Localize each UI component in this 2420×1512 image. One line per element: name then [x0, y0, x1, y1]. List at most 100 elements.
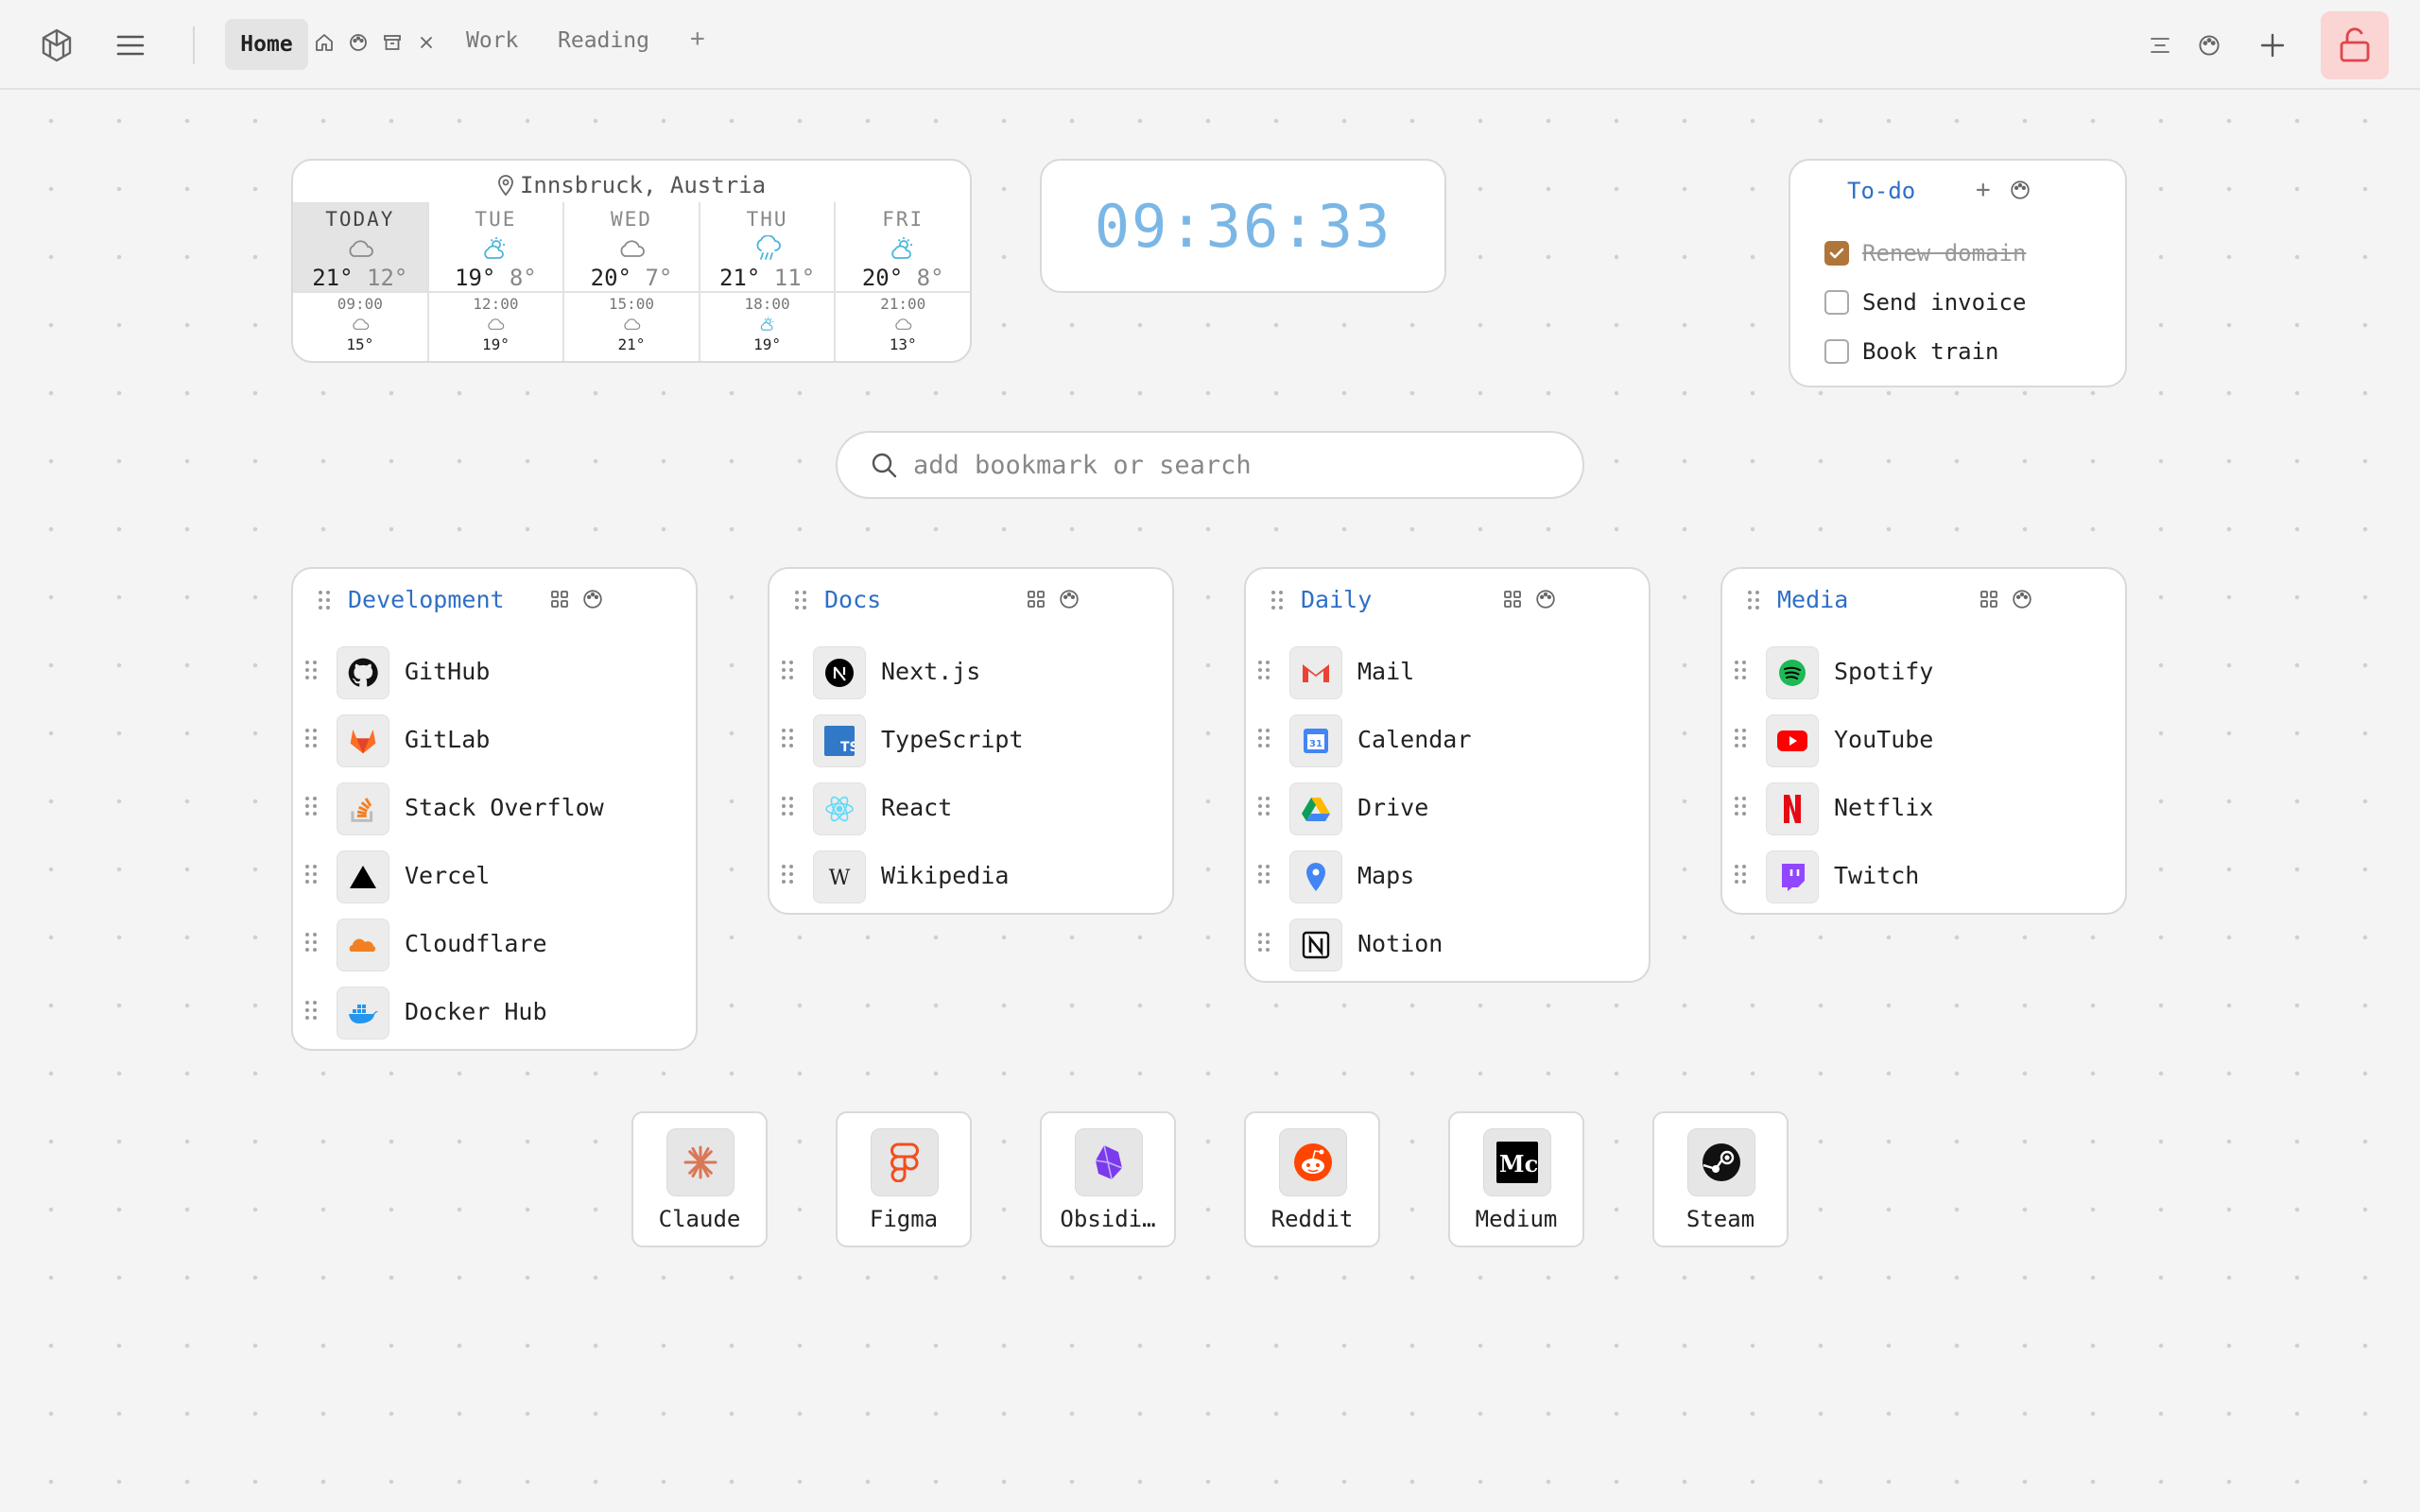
- bookmark-mail[interactable]: Mail: [1246, 637, 1649, 705]
- bookmark-calendar[interactable]: 31 Calendar: [1246, 705, 1649, 773]
- bookmark-spotify[interactable]: Spotify: [1722, 637, 2125, 705]
- drag-handle-icon[interactable]: [304, 796, 318, 820]
- dock-steam[interactable]: Steam: [1652, 1111, 1789, 1247]
- drag-handle-icon[interactable]: [304, 932, 318, 956]
- search-input[interactable]: [913, 450, 1582, 480]
- tab-work[interactable]: Work: [466, 28, 518, 53]
- todo-checkbox[interactable]: [1824, 290, 1849, 315]
- drag-handle-icon[interactable]: [1257, 864, 1270, 888]
- bookmark-twitch[interactable]: Twitch: [1722, 841, 2125, 909]
- bookmark-stack-overflow[interactable]: Stack Overflow: [293, 773, 696, 841]
- grid-view-icon[interactable]: [550, 590, 569, 612]
- drag-handle-icon[interactable]: [304, 864, 318, 888]
- drag-handle-icon[interactable]: [1257, 728, 1270, 752]
- drag-handle-icon[interactable]: [1734, 660, 1747, 684]
- grid-view-icon[interactable]: [1027, 590, 1046, 612]
- bookmark-gitlab[interactable]: GitLab: [293, 705, 696, 773]
- bookmark-label: React: [881, 794, 953, 821]
- add-widget-icon[interactable]: [2254, 25, 2291, 66]
- palette-icon[interactable]: [348, 28, 369, 57]
- archive-icon[interactable]: [382, 28, 403, 57]
- bookmark-drive[interactable]: Drive: [1246, 773, 1649, 841]
- forecast-low: 8°: [509, 265, 537, 291]
- forecast-day-name: WED: [611, 208, 652, 231]
- todo-item[interactable]: Send invoice: [1824, 278, 2026, 327]
- forecast-hour-time: 09:00: [337, 295, 383, 313]
- bookmark-netflix[interactable]: Netflix: [1722, 773, 2125, 841]
- bookmark-react[interactable]: React: [769, 773, 1172, 841]
- bookmark-docker-hub[interactable]: Docker Hub: [293, 977, 696, 1045]
- drag-handle-icon[interactable]: [304, 660, 318, 684]
- dock-obsidi[interactable]: Obsidi…: [1040, 1111, 1176, 1247]
- dock-reddit[interactable]: Reddit: [1244, 1111, 1380, 1247]
- weather-widget: Innsbruck, Austria TODAY 21° 12° 09:00 15° T…: [291, 159, 972, 363]
- forecast-hour-time: 12:00: [473, 295, 519, 313]
- todo-item[interactable]: Book train: [1824, 327, 2026, 376]
- drag-handle-icon[interactable]: [1257, 796, 1270, 820]
- drag-handle-icon[interactable]: [1734, 864, 1747, 888]
- theme-palette-icon[interactable]: [2195, 25, 2223, 66]
- grid-view-icon[interactable]: [1979, 590, 1998, 612]
- drag-handle-icon[interactable]: [1747, 590, 1760, 614]
- group-title[interactable]: Development: [348, 586, 505, 613]
- drag-handle-icon[interactable]: [318, 590, 331, 614]
- drag-handle-icon[interactable]: [304, 1000, 318, 1024]
- group-title[interactable]: Media: [1777, 586, 1848, 613]
- bookmark-notion[interactable]: Notion: [1246, 909, 1649, 977]
- todo-checkbox[interactable]: [1824, 339, 1849, 364]
- dock-claude[interactable]: Claude: [631, 1111, 768, 1247]
- drag-handle-icon[interactable]: [1270, 590, 1284, 614]
- bookmark-maps[interactable]: Maps: [1246, 841, 1649, 909]
- forecast-day: WED 20° 7° 15:00 21°: [564, 202, 700, 361]
- group-title[interactable]: Docs: [824, 586, 881, 613]
- forecast-day-summary: THU 21° 11°: [700, 202, 835, 293]
- bookmark-label: Twitch: [1834, 862, 1920, 889]
- grid-view-icon[interactable]: [1503, 590, 1522, 612]
- notion-icon: [1289, 919, 1342, 971]
- list-icon[interactable]: [2146, 25, 2174, 66]
- dock-figma[interactable]: Figma: [836, 1111, 972, 1247]
- group-header: Development: [293, 569, 696, 629]
- palette-icon[interactable]: [582, 589, 603, 613]
- drag-handle-icon[interactable]: [781, 660, 794, 684]
- forecast-hour: 15:00 21°: [564, 293, 699, 361]
- bookmark-github[interactable]: GitHub: [293, 637, 696, 705]
- palette-icon[interactable]: [1535, 589, 1556, 613]
- palette-icon[interactable]: [2012, 589, 2032, 613]
- todo-add-button[interactable]: +: [1976, 176, 1991, 204]
- close-tab-icon[interactable]: [416, 28, 437, 57]
- forecast-temps: 20° 8°: [862, 265, 944, 291]
- drag-handle-icon[interactable]: [1734, 796, 1747, 820]
- tab-home[interactable]: Home: [225, 19, 308, 70]
- home-icon[interactable]: [314, 28, 335, 57]
- todo-checkbox[interactable]: [1824, 241, 1849, 266]
- drag-handle-icon[interactable]: [781, 864, 794, 888]
- bookmark-cloudflare[interactable]: Cloudflare: [293, 909, 696, 977]
- bookmark-wikipedia[interactable]: W Wikipedia: [769, 841, 1172, 909]
- unlock-layout-button[interactable]: [2321, 11, 2389, 79]
- app-logo-icon[interactable]: [36, 25, 78, 66]
- drag-handle-icon[interactable]: [1257, 660, 1270, 684]
- bookmark-next-js[interactable]: Next.js: [769, 637, 1172, 705]
- drive-icon: [1289, 782, 1342, 835]
- bookmark-group-daily: Daily Mail 31 Calendar Drive Maps Notion: [1244, 567, 1651, 983]
- bookmark-vercel[interactable]: Vercel: [293, 841, 696, 909]
- drag-handle-icon[interactable]: [781, 728, 794, 752]
- drag-handle-icon[interactable]: [781, 796, 794, 820]
- dock-medium[interactable]: Mc Medium: [1448, 1111, 1584, 1247]
- forecast-hour-time: 15:00: [608, 295, 655, 313]
- add-tab-button[interactable]: +: [690, 25, 705, 53]
- todo-palette-icon[interactable]: [2010, 180, 2031, 204]
- todo-item[interactable]: Renew domain: [1824, 229, 2026, 278]
- group-title[interactable]: Daily: [1301, 586, 1372, 613]
- todo-list: Renew domain Send invoice Book train: [1824, 229, 2026, 376]
- bookmark-youtube[interactable]: YouTube: [1722, 705, 2125, 773]
- drag-handle-icon[interactable]: [1734, 728, 1747, 752]
- drag-handle-icon[interactable]: [304, 728, 318, 752]
- hamburger-menu-icon[interactable]: [110, 25, 151, 66]
- drag-handle-icon[interactable]: [794, 590, 807, 614]
- tab-reading[interactable]: Reading: [558, 28, 649, 53]
- bookmark-typescript[interactable]: TS TypeScript: [769, 705, 1172, 773]
- palette-icon[interactable]: [1059, 589, 1080, 613]
- drag-handle-icon[interactable]: [1257, 932, 1270, 956]
